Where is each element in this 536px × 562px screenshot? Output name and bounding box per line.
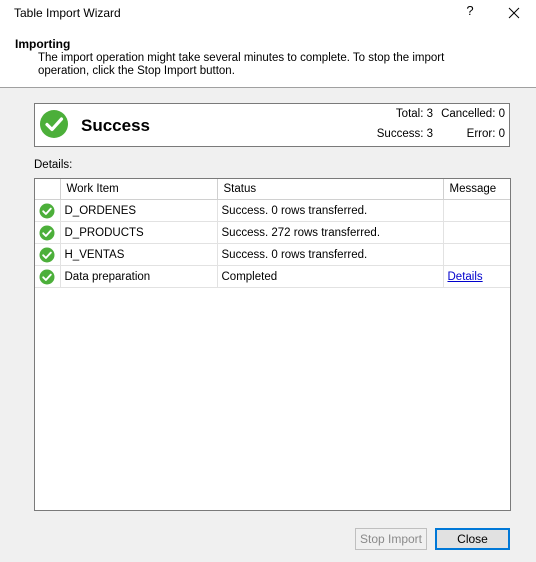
table-row[interactable]: D_PRODUCTS Success. 272 rows transferred… <box>35 221 510 244</box>
status-text: Success <box>81 116 150 135</box>
status-cell: Success. 0 rows transferred. <box>217 243 444 266</box>
table-row[interactable]: Data preparation Completed Details <box>35 265 510 288</box>
wizard-header: Importing The import operation might tak… <box>0 30 536 88</box>
message-cell: Details <box>443 265 510 288</box>
column-header-icon <box>35 179 61 200</box>
title-bar: Table Import Wizard ? <box>0 0 536 30</box>
close-icon <box>508 7 520 19</box>
status-cell: Success. 0 rows transferred. <box>217 199 444 222</box>
table-header-row: Work Item Status Message <box>35 179 510 200</box>
column-header-work-item[interactable]: Work Item <box>60 179 218 200</box>
success-count: Success: 3 <box>376 128 433 140</box>
table-row[interactable]: D_ORDENES Success. 0 rows transferred. <box>35 199 510 222</box>
success-check-icon <box>40 110 68 138</box>
cancelled-count: Cancelled: 0 <box>441 108 505 120</box>
help-button[interactable]: ? <box>462 3 478 23</box>
message-cell <box>443 199 510 222</box>
page-description: The import operation might take several … <box>38 52 445 77</box>
success-check-icon <box>39 203 55 218</box>
table-row[interactable]: H_VENTAS Success. 0 rows transferred. <box>35 243 510 266</box>
window-title: Table Import Wizard <box>14 6 121 20</box>
success-check-icon <box>39 225 55 240</box>
stop-import-button[interactable]: Stop Import <box>355 528 427 550</box>
page-title: Importing <box>15 37 71 51</box>
details-link[interactable]: Details <box>448 271 483 283</box>
close-button[interactable]: Close <box>435 528 510 550</box>
error-count: Error: 0 <box>466 128 505 140</box>
message-cell <box>443 221 510 244</box>
close-window-button[interactable] <box>503 3 525 23</box>
work-item-cell: D_ORDENES <box>60 199 218 222</box>
status-cell: Success. 272 rows transferred. <box>217 221 444 244</box>
column-header-message[interactable]: Message <box>443 179 510 200</box>
work-item-cell: H_VENTAS <box>60 243 218 266</box>
details-grid[interactable]: Work Item Status Message D_ORDENES Succe… <box>34 178 511 511</box>
work-item-cell: Data preparation <box>60 265 218 288</box>
success-check-icon <box>39 247 55 262</box>
total-count: Total: 3 <box>395 108 433 120</box>
success-check-icon <box>39 269 55 284</box>
work-item-cell: D_PRODUCTS <box>60 221 218 244</box>
message-cell <box>443 243 510 266</box>
details-label: Details: <box>34 159 73 171</box>
status-summary-panel: Success Total: 3 Cancelled: 0 Success: 3… <box>34 103 510 147</box>
column-header-status[interactable]: Status <box>217 179 444 200</box>
details-table: Work Item Status Message D_ORDENES Succe… <box>35 179 510 288</box>
status-cell: Completed <box>217 265 444 288</box>
